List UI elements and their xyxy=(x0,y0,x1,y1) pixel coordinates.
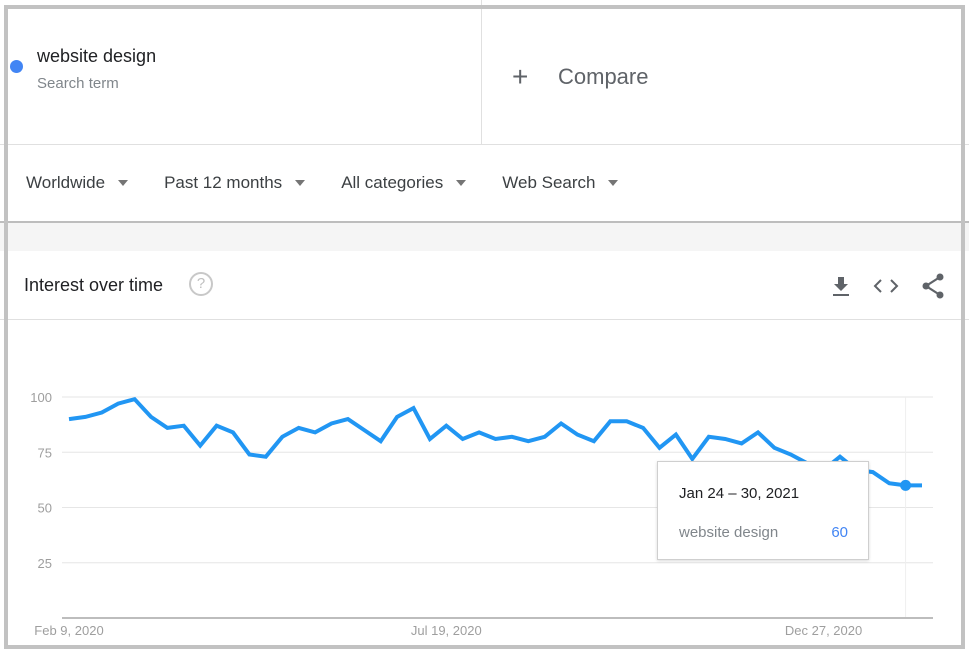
tooltip-date: Jan 24 – 30, 2021 xyxy=(679,485,800,502)
chart-tooltip: Jan 24 – 30, 2021 website design 60 xyxy=(657,461,869,560)
tooltip-term: website design xyxy=(679,524,779,541)
y-tick-label: 25 xyxy=(38,556,52,571)
y-tick-label: 75 xyxy=(38,445,52,460)
highlighted-data-point[interactable] xyxy=(900,479,912,491)
x-tick-label: Jul 19, 2020 xyxy=(411,623,482,638)
y-tick-label: 50 xyxy=(38,501,52,516)
tooltip-value: 60 xyxy=(831,524,848,541)
x-tick-label: Feb 9, 2020 xyxy=(34,623,103,638)
x-tick-label: Dec 27, 2020 xyxy=(785,623,862,638)
y-tick-label: 100 xyxy=(30,390,52,405)
